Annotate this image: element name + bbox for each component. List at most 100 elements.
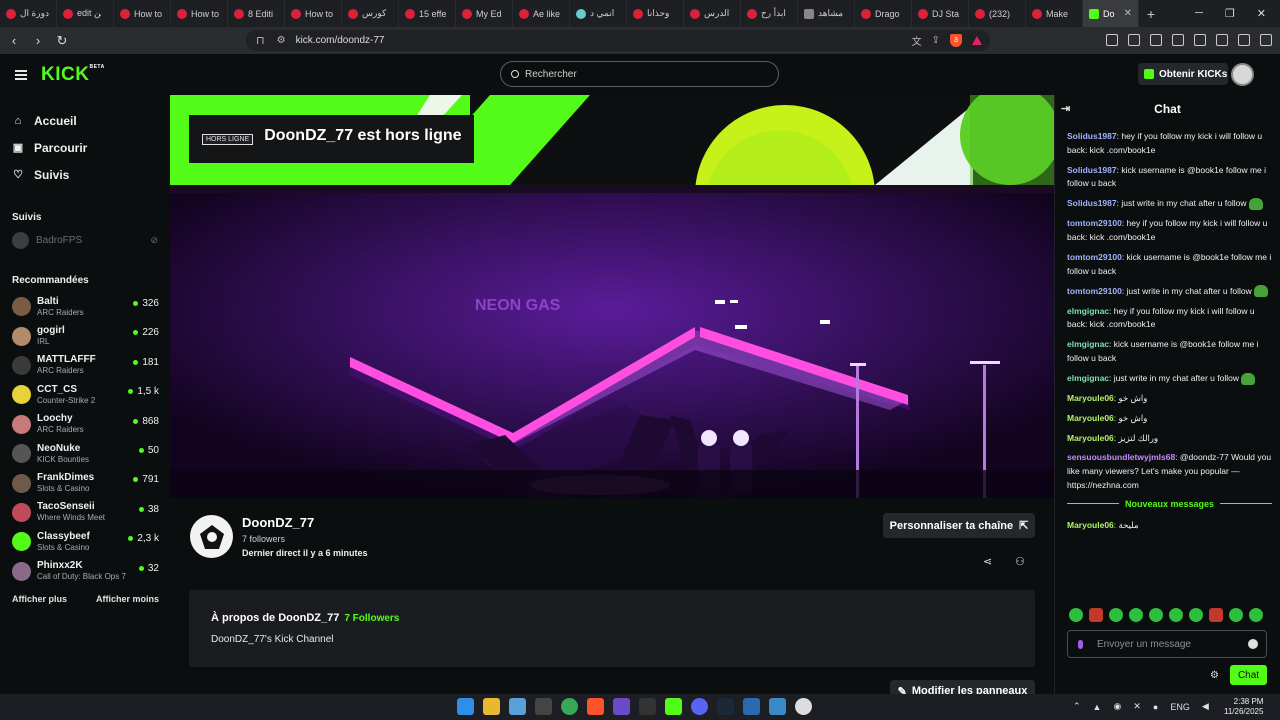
app-icon[interactable] <box>769 698 786 715</box>
explorer-icon[interactable] <box>483 698 500 715</box>
chat-username[interactable]: Solidus1987 <box>1067 165 1117 175</box>
recommended-channel[interactable]: Loochy ARC Raiders 868 <box>0 410 170 439</box>
share-icon[interactable]: ⇪ <box>932 35 940 46</box>
chrome-icon[interactable] <box>561 698 578 715</box>
browser-tab[interactable]: edit ﻦ <box>57 0 114 27</box>
browser-tab[interactable]: My Ed <box>456 0 513 27</box>
customize-channel-button[interactable]: Personnaliser ta chaîne ⇱ <box>883 513 1035 538</box>
browser-tab[interactable]: مشاهد <box>798 0 855 27</box>
chat-username[interactable]: Maryoule06 <box>1067 393 1114 403</box>
clock[interactable]: 2:38 PM 11/26/2025 <box>1224 697 1263 717</box>
browser-tab[interactable]: الدرس <box>684 0 741 27</box>
brave-rewards-icon[interactable] <box>972 36 982 45</box>
browser-tab[interactable]: 8 Editi <box>228 0 285 27</box>
start-icon[interactable] <box>457 698 474 715</box>
browser-tab[interactable]: ابدأ رح <box>741 0 798 27</box>
recommended-channel[interactable]: Phinxx2K Call of Duty: Black Ops 7 32 <box>0 557 170 586</box>
browser-tab[interactable]: How to <box>285 0 342 27</box>
recommended-channel[interactable]: NeoNuke KICK Bounties 50 <box>0 439 170 468</box>
app-icon[interactable] <box>535 698 552 715</box>
chevron-up-icon[interactable]: ⌃ <box>1073 701 1081 712</box>
app-icon[interactable] <box>509 698 526 715</box>
wallet-icon[interactable] <box>1194 34 1206 46</box>
emote-icon[interactable] <box>1149 608 1163 622</box>
browser-tab[interactable]: 15 effe <box>399 0 456 27</box>
chat-username[interactable]: tomtom29100 <box>1067 286 1122 296</box>
emote-icon[interactable] <box>1069 608 1083 622</box>
browser-tab[interactable]: Make <box>1026 0 1083 27</box>
close-tab-icon[interactable]: ✕ <box>1124 8 1132 19</box>
emote-icon[interactable] <box>1089 608 1103 622</box>
recommended-channel[interactable]: CCT_CS Counter-Strike 2 1,5 k <box>0 380 170 409</box>
recommended-channel[interactable]: FrankDimes Slots & Casino 791 <box>0 468 170 497</box>
browser-tab-active[interactable]: Do ✕ <box>1083 0 1139 27</box>
recommended-channel[interactable]: Classybeef Slots & Casino 2,3 k <box>0 527 170 556</box>
emote-icon[interactable] <box>1129 608 1143 622</box>
emote-icon[interactable] <box>1169 608 1183 622</box>
extension-icon[interactable] <box>1128 34 1140 46</box>
translate-icon[interactable]: 文 <box>912 33 922 48</box>
tray-app-icon[interactable]: ✕ <box>1133 701 1141 712</box>
chat-message-input[interactable]: Envoyer un message <box>1067 630 1267 658</box>
tray-app-icon[interactable]: ● <box>1153 702 1158 712</box>
nav-item-accueil[interactable]: ⌂ Accueil <box>0 107 170 134</box>
emote-icon[interactable] <box>1189 608 1203 622</box>
get-kicks-button[interactable]: Obtenir KICKs <box>1138 63 1228 85</box>
search-input[interactable]: Rechercher <box>500 61 779 87</box>
extension-icon[interactable] <box>1106 34 1118 46</box>
app-icon[interactable] <box>639 698 656 715</box>
browser-tab[interactable]: كورس <box>342 0 399 27</box>
chat-username[interactable]: tomtom29100 <box>1067 252 1122 262</box>
vpn-icon[interactable] <box>1238 34 1250 46</box>
discord-icon[interactable] <box>691 698 708 715</box>
browser-tab[interactable]: دورة ال <box>0 0 57 27</box>
followed-channel[interactable]: BadroFPS ⊘ <box>0 231 170 249</box>
chat-username[interactable]: elmgignac <box>1067 373 1109 383</box>
user-avatar[interactable] <box>1231 63 1254 86</box>
emote-icon[interactable] <box>1229 608 1243 622</box>
browser-tab[interactable]: Ae like <box>513 0 570 27</box>
microphone-icon[interactable] <box>1078 639 1083 649</box>
nav-item-parcourir[interactable]: ▣ Parcourir <box>0 134 170 161</box>
menu-icon[interactable] <box>1260 34 1272 46</box>
edit-panels-button[interactable]: ✎ Modifier les panneaux <box>890 680 1035 694</box>
chat-username[interactable]: tomtom29100 <box>1067 218 1122 228</box>
volume-icon[interactable]: ◀ <box>1202 701 1209 712</box>
recommended-channel[interactable]: Balti ARC Raiders 326 <box>0 292 170 321</box>
emote-icon[interactable] <box>1249 608 1263 622</box>
browser-tab[interactable]: Drago <box>855 0 912 27</box>
language-indicator[interactable]: ENG <box>1170 702 1190 712</box>
emote-icon[interactable] <box>1209 608 1223 622</box>
brave-icon[interactable] <box>587 698 604 715</box>
close-window-icon[interactable]: ✕ <box>1257 7 1266 20</box>
app-icon[interactable] <box>795 698 812 715</box>
chat-username[interactable]: Maryoule06 <box>1067 433 1114 443</box>
channel-avatar[interactable] <box>190 515 233 558</box>
browser-tab[interactable]: How to <box>114 0 171 27</box>
steam-icon[interactable] <box>717 698 734 715</box>
leo-icon[interactable] <box>1216 34 1228 46</box>
emote-icon[interactable] <box>1109 608 1123 622</box>
browser-tab[interactable]: (232) <box>969 0 1026 27</box>
media-icon[interactable] <box>1150 34 1162 46</box>
share-icon[interactable]: ⋖ <box>983 555 992 568</box>
chat-username[interactable]: Solidus1987 <box>1067 131 1117 141</box>
browser-tab[interactable]: How to <box>171 0 228 27</box>
site-info-icon[interactable]: ⚙ <box>277 35 286 46</box>
browser-tab[interactable]: وحذانا <box>627 0 684 27</box>
app-icon[interactable] <box>743 698 760 715</box>
app-icon[interactable] <box>613 698 630 715</box>
app-icon[interactable] <box>665 698 682 715</box>
show-more-link[interactable]: Afficher plus <box>12 594 67 604</box>
chat-send-button[interactable]: Chat <box>1230 665 1267 685</box>
kick-logo[interactable]: KICKBETA <box>41 64 105 86</box>
new-tab-button[interactable]: + <box>1139 6 1163 22</box>
url-field[interactable]: ⊓ ⚙ kick.com/doondz-77 文 ⇪ 3 <box>246 30 990 51</box>
chat-username[interactable]: elmgignac <box>1067 339 1109 349</box>
brave-shield-icon[interactable]: 3 <box>950 34 962 47</box>
chat-username[interactable]: sensuousbundletwyjmls68 <box>1067 452 1175 462</box>
browser-tab[interactable]: DJ Sta <box>912 0 969 27</box>
collapse-chat-icon[interactable]: ⇥ <box>1061 102 1070 115</box>
bookmark-icon[interactable]: ⊓ <box>256 34 265 47</box>
back-icon[interactable]: ‹ <box>4 33 24 48</box>
